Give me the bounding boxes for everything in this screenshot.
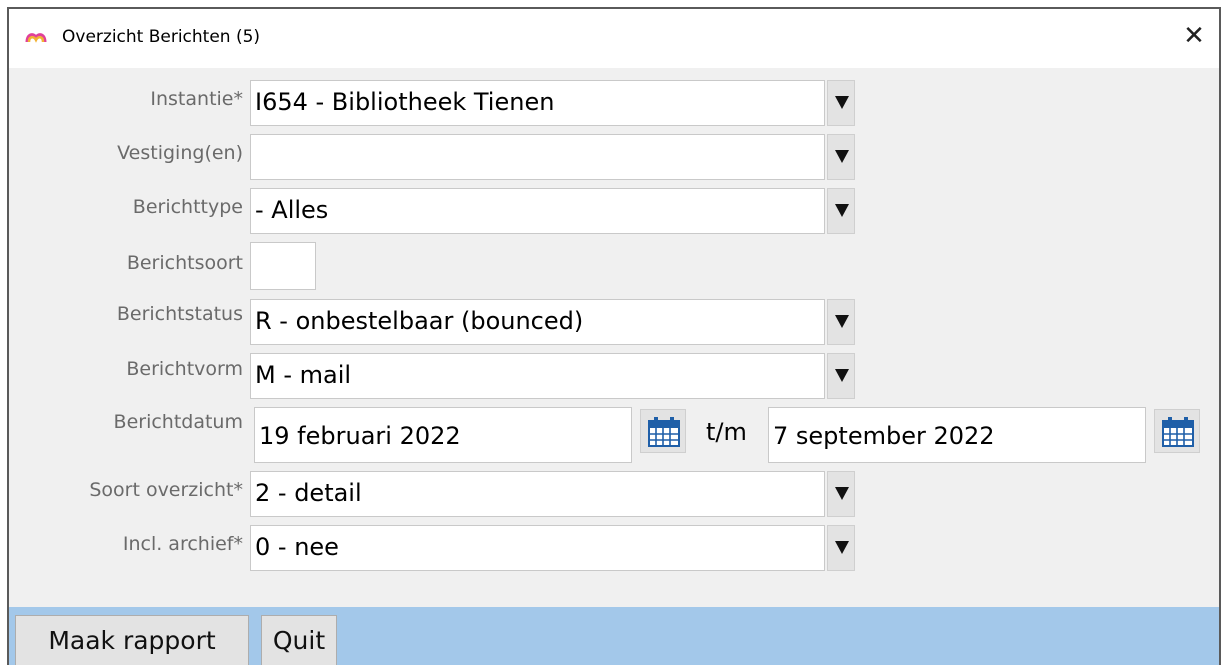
soort-overzicht-dropdown-icon[interactable] <box>827 471 855 517</box>
incl-archief-label: Incl. archief* <box>122 533 243 555</box>
berichtvorm-field[interactable]: M - mail <box>250 353 825 399</box>
berichttype-label: Berichttype <box>132 196 243 218</box>
instantie-field[interactable]: I654 - Bibliotheek Tienen <box>250 80 825 126</box>
dialog-window: Overzicht Berichten (5) ✕ Instantie* I65… <box>7 7 1221 665</box>
close-icon[interactable]: ✕ <box>1181 23 1207 49</box>
button-bar: Maak rapport Quit <box>9 607 1219 665</box>
quit-button[interactable]: Quit <box>261 615 337 665</box>
calendar-icon-to[interactable] <box>1154 409 1200 453</box>
berichtstatus-label: Berichtstatus <box>116 303 243 325</box>
berichtsoort-label: Berichtsoort <box>126 252 243 274</box>
vestiging-dropdown-icon[interactable] <box>827 134 855 180</box>
berichtvorm-dropdown-icon[interactable] <box>827 353 855 399</box>
berichttype-field[interactable]: - Alles <box>250 188 825 234</box>
berichtstatus-dropdown-icon[interactable] <box>827 299 855 345</box>
berichtsoort-field[interactable] <box>250 242 316 290</box>
calendar-icon-from[interactable] <box>640 409 686 453</box>
berichtdatum-label: Berichtdatum <box>113 411 243 433</box>
vestiging-label: Vestiging(en) <box>117 142 243 164</box>
berichtstatus-field[interactable]: R - onbestelbaar (bounced) <box>250 299 825 345</box>
date-range-separator: t/m <box>706 418 747 446</box>
instantie-label: Instantie* <box>150 88 243 110</box>
instantie-dropdown-icon[interactable] <box>827 80 855 126</box>
calendar-glyph-to <box>1162 417 1194 447</box>
incl-archief-field[interactable]: 0 - nee <box>250 525 825 571</box>
berichtvorm-label: Berichtvorm <box>126 358 243 380</box>
vestiging-field[interactable] <box>250 134 825 180</box>
berichtdatum-from-field[interactable]: 19 februari 2022 <box>254 407 632 463</box>
calendar-glyph-from <box>648 417 680 447</box>
soort-overzicht-label: Soort overzicht* <box>89 479 243 501</box>
berichtdatum-to-field[interactable]: 7 september 2022 <box>768 407 1146 463</box>
app-logo-icon <box>25 33 47 43</box>
title-bar: Overzicht Berichten (5) ✕ <box>9 9 1219 68</box>
berichttype-dropdown-icon[interactable] <box>827 188 855 234</box>
window-title: Overzicht Berichten (5) <box>62 27 261 47</box>
incl-archief-dropdown-icon[interactable] <box>827 525 855 571</box>
soort-overzicht-field[interactable]: 2 - detail <box>250 471 825 517</box>
maak-rapport-button[interactable]: Maak rapport <box>15 615 249 665</box>
